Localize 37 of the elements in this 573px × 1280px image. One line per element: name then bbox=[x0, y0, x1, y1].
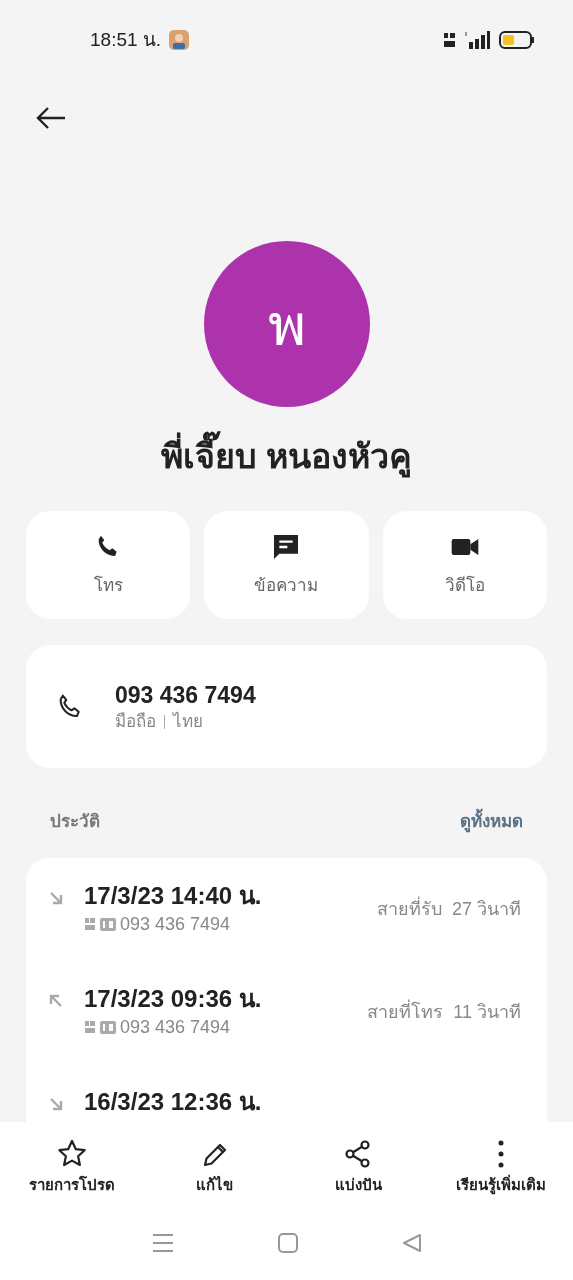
call-date-time: 17/3/23 14:40 น. bbox=[84, 881, 263, 911]
call-number: 093 436 7494 bbox=[120, 913, 231, 936]
app-notification-icon bbox=[169, 30, 190, 50]
section-title: ประวัติ bbox=[50, 811, 100, 834]
hd-icon bbox=[100, 1020, 116, 1034]
incoming-arrow-icon bbox=[48, 890, 64, 906]
share-button[interactable]: แบ่งปัน bbox=[286, 1138, 430, 1197]
more-icon bbox=[498, 1140, 505, 1168]
volte-icon bbox=[443, 31, 457, 49]
phone-region: ไทย bbox=[173, 710, 203, 733]
edit-button[interactable]: แก้ไข bbox=[143, 1138, 287, 1197]
call-date-time: 17/3/23 09:36 น. bbox=[84, 984, 263, 1014]
avatar: พ bbox=[203, 241, 370, 407]
call-type-duration: สายที่โทร 11 วินาที bbox=[367, 999, 521, 1026]
status-time: 18:51 น. bbox=[90, 27, 162, 52]
hd-icon bbox=[100, 917, 116, 931]
menu-icon[interactable] bbox=[151, 1232, 174, 1253]
home-icon[interactable] bbox=[277, 1232, 298, 1253]
battery-icon bbox=[499, 31, 535, 49]
message-button[interactable]: ข้อความ bbox=[204, 511, 369, 619]
outgoing-arrow-icon bbox=[48, 993, 64, 1009]
star-button[interactable]: รายการโปรด bbox=[0, 1138, 144, 1197]
see-all-link[interactable]: ดูทั้งหมด bbox=[460, 809, 523, 835]
phone-number: 093 436 7494 bbox=[115, 680, 256, 710]
call-date-time: 16/3/23 12:36 น. bbox=[84, 1087, 263, 1117]
phone-type: มือถือ bbox=[115, 710, 156, 733]
signal-icon bbox=[465, 30, 491, 50]
video-button[interactable]: วิดีโอ bbox=[382, 511, 547, 619]
volte-icon bbox=[84, 1020, 96, 1034]
incoming-arrow-icon bbox=[48, 1096, 64, 1112]
call-type-duration: สายที่รับ 27 วินาที bbox=[376, 896, 521, 923]
call-number: 093 436 7494 bbox=[120, 1016, 231, 1039]
contact-name: พี่เจี๊ยบ หนองหัวคู bbox=[160, 429, 413, 483]
more-button[interactable]: เรียนรู้เพิ่มเติม bbox=[429, 1138, 573, 1197]
volte-icon bbox=[84, 917, 96, 931]
back-nav-icon[interactable] bbox=[401, 1232, 422, 1253]
call-button[interactable]: โทร bbox=[26, 511, 191, 619]
